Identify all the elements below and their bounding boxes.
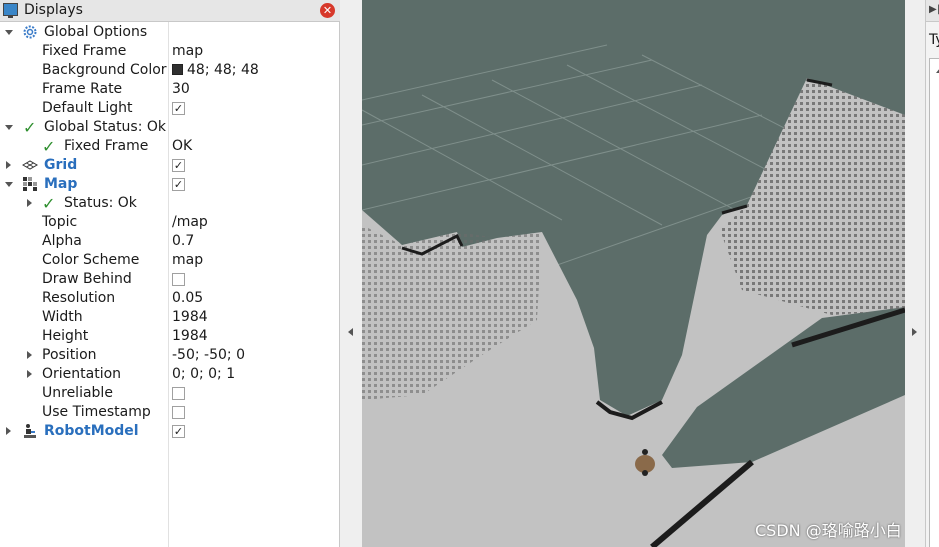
property-row-alpha[interactable]: Alpha 0.7 bbox=[0, 232, 338, 251]
status-ok-icon: ✓ bbox=[42, 194, 56, 213]
grid-enable-checkbox[interactable]: ✓ bbox=[172, 159, 185, 172]
map-scene[interactable] bbox=[362, 0, 905, 547]
left-splitter[interactable] bbox=[340, 0, 362, 547]
property-row-height[interactable]: Height 1984 bbox=[0, 327, 338, 346]
color-value: 48; 48; 48 bbox=[187, 62, 259, 78]
chevron-down-icon[interactable] bbox=[5, 125, 13, 130]
property-label: Width bbox=[42, 309, 83, 325]
chevron-right-icon[interactable] bbox=[27, 370, 32, 378]
default-light-checkbox[interactable]: ✓ bbox=[172, 102, 185, 115]
close-icon[interactable]: ✕ bbox=[320, 3, 335, 18]
chevron-down-icon[interactable] bbox=[5, 30, 13, 35]
views-panel-header: ▶| bbox=[926, 0, 939, 22]
property-label: Resolution bbox=[42, 290, 116, 306]
property-row-frame-rate[interactable]: Frame Rate 30 bbox=[0, 80, 338, 99]
tree-label: Status: Ok bbox=[64, 195, 137, 211]
chevron-right-icon[interactable] bbox=[27, 199, 32, 207]
draw-behind-checkbox[interactable] bbox=[172, 273, 185, 286]
property-value[interactable]: 30 bbox=[172, 80, 190, 99]
property-row-default-light[interactable]: Default Light ✓ bbox=[0, 99, 338, 118]
property-row-topic[interactable]: Topic /map bbox=[0, 213, 338, 232]
map-icon bbox=[23, 177, 37, 191]
property-value[interactable]: /map bbox=[172, 213, 208, 232]
property-label: Topic bbox=[42, 214, 78, 230]
use-timestamp-checkbox[interactable] bbox=[172, 406, 185, 419]
map-enable-checkbox[interactable]: ✓ bbox=[172, 178, 185, 191]
robotmodel-enable-checkbox[interactable]: ✓ bbox=[172, 425, 185, 438]
chevron-right-icon[interactable] bbox=[6, 427, 11, 435]
tree-label: Global Options bbox=[44, 24, 148, 40]
tree-row-global-options[interactable]: Global Options bbox=[0, 23, 338, 42]
panel-header: Displays ✕ bbox=[0, 0, 340, 22]
tree-label: Grid bbox=[44, 157, 78, 173]
chevron-right-icon[interactable] bbox=[27, 351, 32, 359]
monitor-icon bbox=[3, 3, 18, 18]
property-value[interactable]: 48; 48; 48 bbox=[172, 61, 259, 80]
property-row-background-color[interactable]: Background Color 48; 48; 48 bbox=[0, 61, 338, 80]
property-label: Use Timestamp bbox=[42, 404, 151, 420]
property-row-draw-behind[interactable]: Draw Behind bbox=[0, 270, 338, 289]
property-row-width[interactable]: Width 1984 bbox=[0, 308, 338, 327]
property-label: Fixed Frame bbox=[42, 43, 127, 59]
property-value[interactable]: -50; -50; 0 bbox=[172, 346, 245, 365]
panel-title: Displays bbox=[24, 2, 83, 18]
property-row-fixed-frame[interactable]: Fixed Frame map bbox=[0, 42, 338, 61]
property-label: Height bbox=[42, 328, 89, 344]
gear-icon bbox=[23, 25, 37, 39]
tree-label: RobotModel bbox=[44, 423, 139, 439]
chevron-down-icon[interactable] bbox=[5, 182, 13, 187]
property-value[interactable]: 1984 bbox=[172, 327, 208, 346]
grid-icon bbox=[22, 160, 38, 170]
collapse-left-icon[interactable] bbox=[348, 328, 353, 336]
property-row-use-timestamp[interactable]: Use Timestamp bbox=[0, 403, 338, 422]
tree-row-robotmodel[interactable]: RobotModel ✓ bbox=[0, 422, 338, 441]
property-row-resolution[interactable]: Resolution 0.05 bbox=[0, 289, 338, 308]
collapse-right-icon[interactable] bbox=[912, 328, 917, 336]
property-label: Unreliable bbox=[42, 385, 113, 401]
status-row-fixed-frame[interactable]: ✓ Fixed Frame OK bbox=[0, 137, 338, 156]
property-label: Alpha bbox=[42, 233, 82, 249]
views-panel: ▶| Ty bbox=[925, 0, 939, 547]
skip-forward-icon[interactable]: ▶| bbox=[929, 4, 939, 15]
views-type-select[interactable] bbox=[929, 58, 939, 547]
property-label: Frame Rate bbox=[42, 81, 123, 97]
tree-label: Global Status: Ok bbox=[44, 119, 167, 135]
property-value[interactable]: 0.7 bbox=[172, 232, 194, 251]
property-label: Color Scheme bbox=[42, 252, 140, 268]
property-value[interactable]: 0.05 bbox=[172, 289, 203, 308]
property-label: Orientation bbox=[42, 366, 122, 382]
right-splitter[interactable] bbox=[905, 0, 925, 547]
tree-row-grid[interactable]: Grid ✓ bbox=[0, 156, 338, 175]
property-row-orientation[interactable]: Orientation 0; 0; 0; 1 bbox=[0, 365, 338, 384]
property-value[interactable]: map bbox=[172, 251, 203, 270]
property-label: Draw Behind bbox=[42, 271, 132, 287]
property-label: Default Light bbox=[42, 100, 133, 116]
status-ok-icon: ✓ bbox=[42, 137, 56, 156]
status-value: OK bbox=[172, 138, 193, 154]
render-viewport[interactable] bbox=[362, 0, 905, 547]
property-value[interactable]: 0; 0; 0; 1 bbox=[172, 365, 235, 384]
property-row-unreliable[interactable]: Unreliable bbox=[0, 384, 338, 403]
tree-row-global-status[interactable]: ✓ Global Status: Ok bbox=[0, 118, 338, 137]
property-value[interactable]: map bbox=[172, 42, 203, 61]
tree-label: Map bbox=[44, 176, 78, 192]
property-value[interactable]: 1984 bbox=[172, 308, 208, 327]
displays-panel: Displays ✕ Global Options Fixed Frame ma… bbox=[0, 0, 340, 547]
unreliable-checkbox[interactable] bbox=[172, 387, 185, 400]
property-label: Background Color bbox=[42, 62, 167, 78]
tree-row-map-status[interactable]: ✓ Status: Ok bbox=[0, 194, 338, 213]
views-type-label: Ty bbox=[929, 32, 939, 48]
tree-row-map[interactable]: Map ✓ bbox=[0, 175, 338, 194]
watermark: CSDN @珞喻路小白 bbox=[755, 521, 902, 540]
chevron-right-icon[interactable] bbox=[6, 161, 11, 169]
status-label: Fixed Frame bbox=[64, 138, 149, 154]
property-row-position[interactable]: Position -50; -50; 0 bbox=[0, 346, 338, 365]
property-label: Position bbox=[42, 347, 97, 363]
map-dotted-right bbox=[720, 78, 905, 315]
property-row-color-scheme[interactable]: Color Scheme map bbox=[0, 251, 338, 270]
robot-icon bbox=[24, 424, 36, 438]
color-swatch[interactable] bbox=[172, 64, 183, 75]
status-ok-icon: ✓ bbox=[23, 118, 37, 137]
